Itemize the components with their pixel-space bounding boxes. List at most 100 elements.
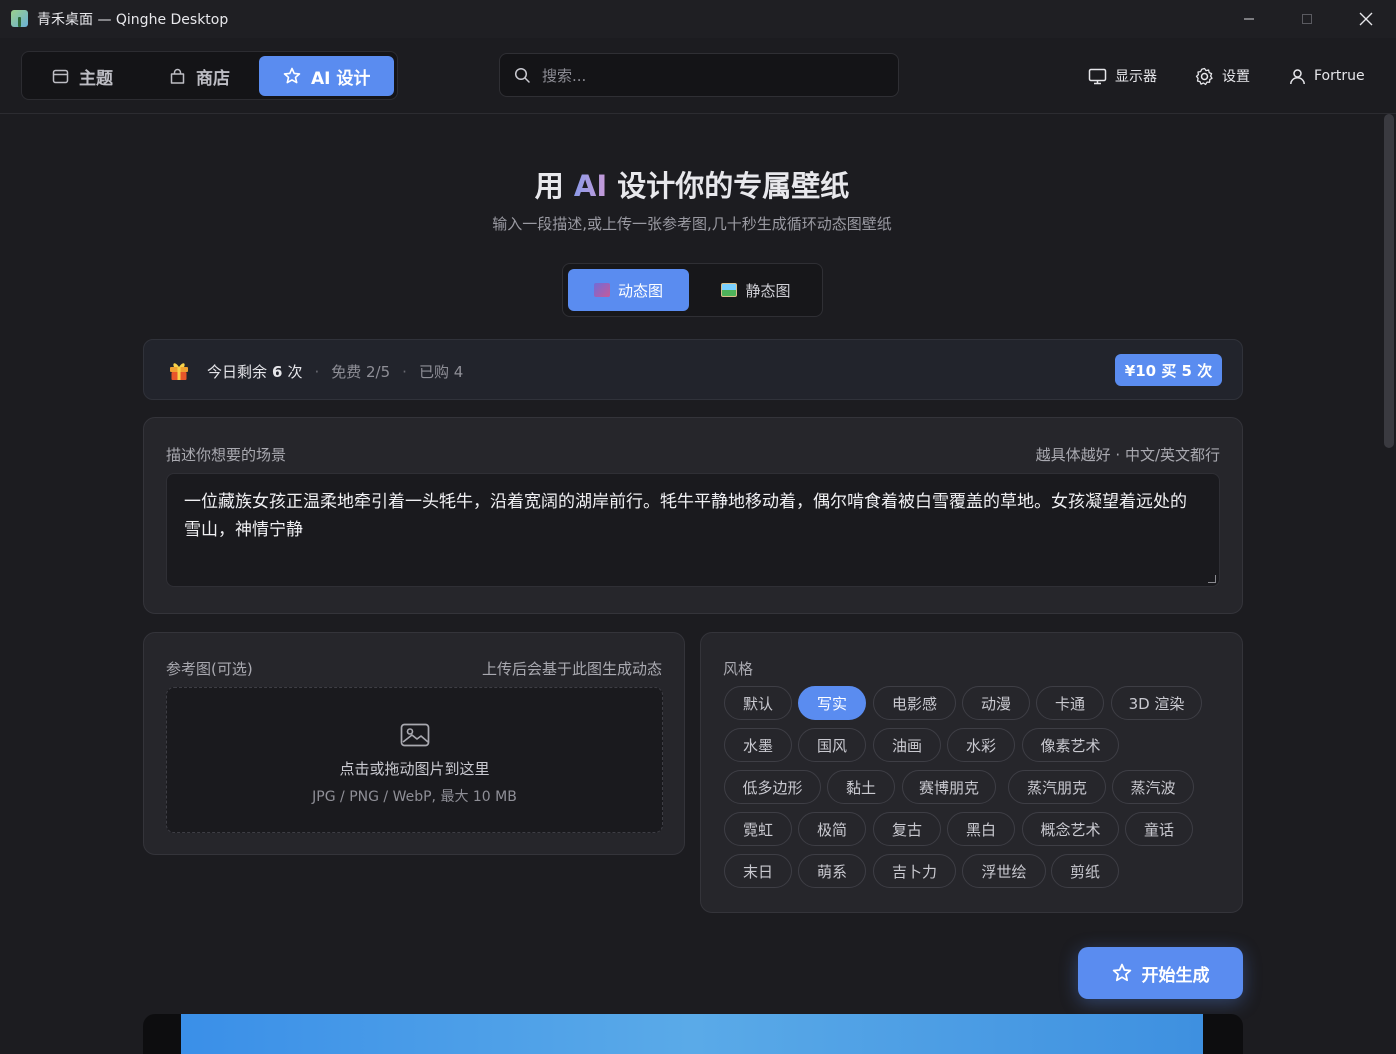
remaining-count: 6 [272, 362, 283, 381]
user-button[interactable]: Fortrue [1289, 64, 1365, 88]
reference-hint: 上传后会基于此图生成动态 [481, 660, 662, 678]
buy-credits-button[interactable]: ¥10 买 5 次 [1115, 354, 1222, 386]
display-label: 显示器 [1115, 69, 1157, 85]
mode-animated-button[interactable]: 动态图 [568, 269, 689, 311]
dropzone-title: 点击或拖动图片到这里 [339, 760, 490, 778]
style-chip[interactable]: 浮世绘 [962, 854, 1046, 888]
clapper-icon [593, 283, 610, 297]
reference-card: 参考图(可选) 上传后会基于此图生成动态 点击或拖动图片到这里 JPG / PN… [143, 632, 685, 855]
star-icon [1112, 963, 1131, 982]
scrollbar[interactable] [1384, 114, 1396, 1038]
style-chip[interactable]: 低多边形 [724, 770, 821, 804]
free-quota: 免费 2/5 [331, 363, 391, 381]
maximize-icon [1302, 14, 1312, 24]
settings-label: 设置 [1222, 69, 1250, 85]
description-hint: 越具体越好 · 中文/英文都行 [1035, 446, 1220, 464]
image-dropzone[interactable]: 点击或拖动图片到这里 JPG / PNG / WebP, 最大 10 MB [166, 687, 663, 833]
tab-ai-design[interactable]: AI 设计 [259, 56, 394, 96]
style-chip[interactable]: 卡通 [1036, 686, 1104, 720]
title-bar: 青禾桌面 — Qinghe Desktop [0, 0, 1396, 38]
mode-switch: 动态图 静态图 [562, 263, 823, 317]
search-input[interactable] [542, 64, 882, 88]
quota-text: 今日剩余 6 次 · 免费 2/5 · 已购 4 [207, 361, 463, 382]
style-chip[interactable]: 概念艺术 [1022, 812, 1119, 846]
monitor-icon [1088, 68, 1107, 84]
tab-ai-design-label: AI 设计 [311, 68, 371, 89]
app-header: 主题 商店 AI 设计 显示器 设置 Fortrue [0, 38, 1396, 114]
generate-button[interactable]: 开始生成 [1078, 947, 1243, 999]
style-chip[interactable]: 像素艺术 [1022, 728, 1119, 762]
gear-icon [1195, 67, 1213, 85]
style-chip[interactable]: 童话 [1125, 812, 1193, 846]
search-icon [514, 67, 530, 83]
tab-store[interactable]: 商店 [143, 56, 257, 96]
settings-button[interactable]: 设置 [1195, 64, 1250, 88]
user-name: Fortrue [1314, 68, 1365, 84]
main-nav: 主题 商店 AI 设计 [21, 51, 398, 100]
style-chip[interactable]: 蒸汽朋克 [1008, 770, 1106, 804]
preview-panel [143, 1014, 1243, 1054]
bag-icon [170, 68, 185, 84]
tab-themes[interactable]: 主题 [26, 56, 140, 96]
close-button[interactable] [1337, 0, 1395, 38]
minimize-icon [1244, 18, 1254, 20]
style-chip[interactable]: 剪纸 [1051, 854, 1119, 888]
description-card: 描述你想要的场景 越具体越好 · 中文/英文都行 一位藏族女孩正温柔地牵引着一头… [143, 417, 1243, 614]
mode-static-button[interactable]: 静态图 [693, 269, 819, 311]
style-chip[interactable]: 3D 渲染 [1111, 686, 1202, 720]
page-title: 用 AI 设计你的专属壁纸 [0, 163, 1384, 205]
style-chip[interactable]: 吉卜力 [873, 854, 956, 888]
style-label: 风格 [723, 660, 754, 678]
user-icon [1290, 68, 1305, 84]
style-chip[interactable]: 萌系 [798, 854, 866, 888]
purchased-quota: 已购 4 [418, 363, 464, 381]
gift-icon [170, 363, 188, 380]
picture-icon [721, 283, 738, 297]
window-icon [52, 69, 69, 83]
style-chip[interactable]: 极简 [798, 812, 866, 846]
style-chip[interactable]: 复古 [873, 812, 941, 846]
style-chip[interactable]: 赛博朋克 [902, 770, 996, 804]
window-title: 青禾桌面 — Qinghe Desktop [37, 12, 229, 28]
quota-bar: 今日剩余 6 次 · 免费 2/5 · 已购 4 ¥10 买 5 次 [143, 339, 1243, 400]
title-ai: AI [573, 169, 608, 203]
style-chip[interactable]: 水彩 [947, 728, 1015, 762]
style-chip[interactable]: 默认 [724, 686, 792, 720]
style-chip[interactable]: 末日 [724, 854, 792, 888]
style-chip[interactable]: 水墨 [724, 728, 792, 762]
remaining-prefix: 今日剩余 [207, 363, 268, 381]
minimize-button[interactable] [1220, 0, 1278, 38]
style-chip[interactable]: 黑白 [947, 812, 1015, 846]
description-label: 描述你想要的场景 [166, 446, 287, 464]
close-icon [1359, 12, 1373, 26]
description-textarea[interactable]: 一位藏族女孩正温柔地牵引着一头牦牛，沿着宽阔的湖岸前行。牦牛平静地移动着，偶尔啃… [166, 473, 1220, 587]
scrollbar-thumb[interactable] [1384, 114, 1394, 448]
title-suffix: 设计你的专属壁纸 [607, 169, 850, 203]
page-subtitle: 输入一段描述,或上传一张参考图,几十秒生成循环动态图壁纸 [492, 215, 892, 233]
preview-image [181, 1014, 1203, 1054]
display-button[interactable]: 显示器 [1088, 64, 1157, 88]
maximize-button[interactable] [1278, 0, 1336, 38]
style-chip[interactable]: 霓虹 [724, 812, 792, 846]
separator-dot: · [314, 362, 320, 381]
tab-store-label: 商店 [196, 68, 230, 89]
separator-dot: · [402, 362, 407, 381]
style-chip[interactable]: 黏土 [827, 770, 895, 804]
style-chip[interactable]: 动漫 [962, 686, 1030, 720]
style-chip[interactable]: 油画 [873, 728, 941, 762]
description-value: 一位藏族女孩正温柔地牵引着一头牦牛，沿着宽阔的湖岸前行。牦牛平静地移动着，偶尔啃… [184, 492, 1187, 540]
mode-static-label: 静态图 [745, 281, 791, 300]
style-chip[interactable]: 写实 [798, 686, 866, 720]
remaining-suffix: 次 [287, 363, 303, 381]
generate-label: 开始生成 [1141, 965, 1210, 986]
app-logo-icon [11, 10, 28, 27]
title-prefix: 用 [534, 169, 574, 203]
style-chip[interactable]: 蒸汽波 [1112, 770, 1194, 804]
style-chip[interactable]: 电影感 [873, 686, 956, 720]
resize-handle[interactable] [1208, 575, 1216, 583]
mode-animated-label: 动态图 [617, 281, 663, 300]
search-box [499, 53, 899, 97]
dropzone-formats: JPG / PNG / WebP, 最大 10 MB [312, 789, 517, 805]
style-chip[interactable]: 国风 [798, 728, 866, 762]
tab-themes-label: 主题 [79, 68, 113, 89]
